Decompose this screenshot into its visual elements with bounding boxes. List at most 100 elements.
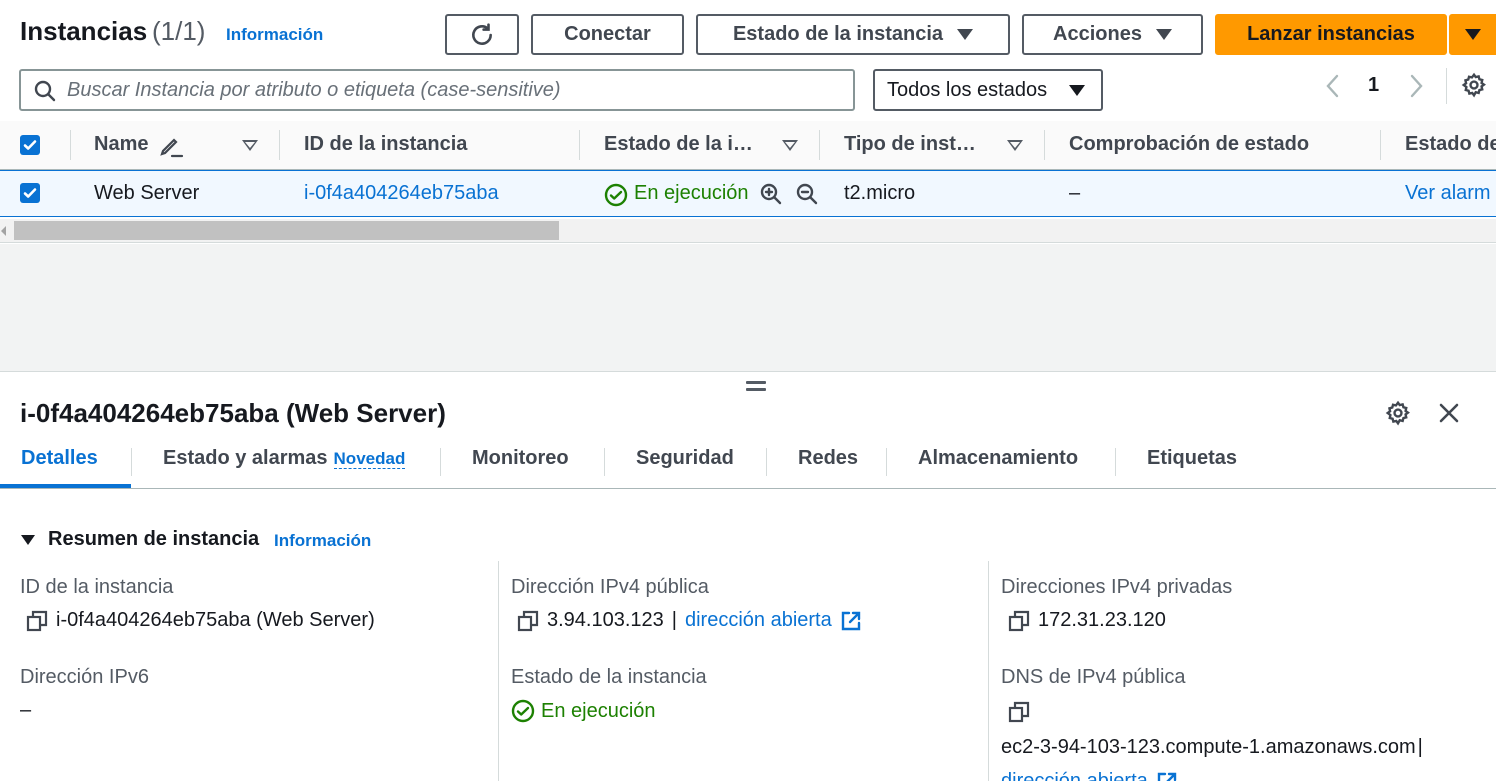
- horizontal-scrollbar[interactable]: [0, 219, 1496, 243]
- scroll-left-arrow[interactable]: [1, 226, 6, 236]
- tab-divider: [1115, 448, 1116, 476]
- tab-divider: [131, 448, 132, 476]
- column-header-name[interactable]: Name: [94, 133, 148, 156]
- instance-state-value-row: En ejecución: [511, 699, 656, 723]
- launch-label: Lanzar instancias: [1247, 23, 1415, 45]
- launch-dropdown-button[interactable]: [1449, 14, 1496, 55]
- ipv6-label: Dirección IPv6: [20, 666, 149, 688]
- tab-monitoring[interactable]: Monitoreo: [472, 447, 569, 470]
- new-badge: Novedad: [333, 449, 406, 469]
- column-divider: [988, 561, 989, 781]
- search-input[interactable]: [67, 71, 837, 109]
- instance-id-value: i-0f4a404264eb75aba (Web Server): [56, 609, 375, 631]
- column-header-status-check[interactable]: Comprobación de estado: [1069, 133, 1309, 156]
- external-link-icon[interactable]: [840, 610, 862, 632]
- connect-button-label: Conectar: [564, 23, 651, 45]
- column-divider: [70, 130, 71, 160]
- table-row[interactable]: Web Server i-0f4a404264eb75aba En ejecuc…: [0, 170, 1496, 217]
- checkbox-checked-icon: [23, 140, 37, 150]
- tab-tags[interactable]: Etiquetas: [1147, 447, 1237, 470]
- connect-button[interactable]: Conectar: [531, 14, 684, 55]
- pagination-divider: [1446, 68, 1447, 104]
- zoom-out-icon[interactable]: [795, 182, 819, 206]
- gear-icon[interactable]: [1461, 72, 1487, 98]
- public-dns-label: DNS de IPv4 pública: [1001, 666, 1186, 688]
- column-divider: [579, 130, 580, 160]
- column-header-alarm-status[interactable]: Estado de: [1405, 133, 1496, 156]
- chevron-left-icon[interactable]: [1322, 72, 1344, 100]
- tab-storage[interactable]: Almacenamiento: [918, 447, 1078, 470]
- actions-button[interactable]: Acciones: [1022, 14, 1203, 55]
- zoom-in-icon[interactable]: [759, 182, 783, 206]
- copy-icon[interactable]: [1008, 701, 1030, 723]
- summary-title[interactable]: Resumen de instancia: [48, 528, 259, 551]
- checkbox-checked-icon: [23, 188, 37, 198]
- column-divider: [498, 561, 499, 781]
- close-icon[interactable]: [1437, 401, 1461, 425]
- instance-id-label: ID de la instancia: [20, 576, 174, 598]
- column-header-instance-state[interactable]: Estado de la i…: [604, 133, 753, 156]
- public-ipv4-value: 3.94.103.123: [547, 609, 664, 631]
- caret-down-icon: [1464, 29, 1481, 40]
- scrollbar-thumb[interactable]: [14, 221, 559, 240]
- column-divider: [279, 130, 280, 160]
- tab-divider: [886, 448, 887, 476]
- open-address-link[interactable]: dirección abierta: [685, 609, 832, 632]
- collapse-caret-icon[interactable]: [21, 535, 35, 545]
- column-divider: [819, 130, 820, 160]
- table-empty-area: [0, 244, 1496, 372]
- tab-status-alarms[interactable]: Estado y alarmas Novedad: [163, 447, 406, 470]
- copy-icon[interactable]: [517, 610, 539, 632]
- tab-status-alarms-label: Estado y alarmas: [163, 447, 328, 469]
- gear-icon[interactable]: [1385, 400, 1411, 426]
- public-ipv4-value-row: 3.94.103.123 | dirección abierta: [517, 609, 862, 632]
- instance-state-button[interactable]: Estado de la instancia: [696, 14, 1010, 55]
- column-header-instance-type[interactable]: Tipo de inst…: [844, 133, 976, 156]
- pagination-current-page[interactable]: 1: [1368, 74, 1379, 97]
- column-divider: [1044, 130, 1045, 160]
- row-checkbox[interactable]: [20, 183, 40, 203]
- cell-instance-state: En ejecución: [634, 182, 749, 204]
- cell-name: Web Server: [94, 182, 200, 204]
- tab-details[interactable]: Detalles: [21, 447, 98, 470]
- cell-alarm-link[interactable]: Ver alarm: [1405, 182, 1491, 205]
- caret-down-icon: [1155, 29, 1172, 40]
- tab-divider: [766, 448, 767, 476]
- copy-icon[interactable]: [26, 610, 48, 632]
- info-link[interactable]: Información: [226, 25, 323, 45]
- external-link-icon[interactable]: [1156, 771, 1178, 781]
- value-separator: |: [671, 609, 677, 631]
- public-dns-open-link[interactable]: dirección abierta: [1001, 770, 1148, 781]
- search-icon: [34, 80, 56, 102]
- cell-instance-type: t2.micro: [844, 182, 916, 204]
- private-ipv4-value: 172.31.23.120: [1038, 609, 1166, 631]
- tab-security[interactable]: Seguridad: [636, 447, 734, 470]
- cell-instance-id-link[interactable]: i-0f4a404264eb75aba: [304, 182, 499, 205]
- select-all-checkbox[interactable]: [20, 135, 40, 155]
- instance-state-label: Estado de la instancia: [511, 666, 707, 688]
- column-header-instance-id[interactable]: ID de la instancia: [304, 133, 467, 156]
- public-dns-open-row: dirección abierta: [1001, 770, 1178, 781]
- sort-icon[interactable]: [782, 140, 798, 151]
- copy-icon[interactable]: [1008, 610, 1030, 632]
- cell-status-check: –: [1069, 182, 1081, 204]
- instance-state-label: Estado de la instancia: [732, 23, 944, 45]
- instance-id-value-row: i-0f4a404264eb75aba (Web Server): [26, 609, 375, 632]
- panel-title: i-0f4a404264eb75aba (Web Server): [20, 398, 446, 428]
- status-ok-icon: [511, 699, 535, 723]
- page-title: Instancias: [20, 16, 148, 46]
- sort-icon[interactable]: [1007, 140, 1023, 151]
- table-header: Name ID de la instancia Estado de la i… …: [0, 121, 1496, 170]
- sort-icon[interactable]: [242, 140, 258, 151]
- caret-down-icon: [957, 29, 974, 40]
- tab-networking[interactable]: Redes: [798, 447, 858, 470]
- chevron-right-icon[interactable]: [1405, 72, 1427, 100]
- instance-count: (1/1): [152, 16, 206, 46]
- refresh-button[interactable]: [445, 14, 519, 55]
- drag-handle-icon[interactable]: [746, 381, 766, 395]
- details-tabs: Detalles Estado y alarmas Novedad Monitor…: [0, 440, 1496, 489]
- launch-instances-button[interactable]: Lanzar instancias: [1215, 14, 1447, 55]
- state-filter-select[interactable]: Todos los estados: [873, 69, 1103, 111]
- summary-info-link[interactable]: Información: [274, 531, 371, 551]
- column-divider: [1380, 130, 1381, 160]
